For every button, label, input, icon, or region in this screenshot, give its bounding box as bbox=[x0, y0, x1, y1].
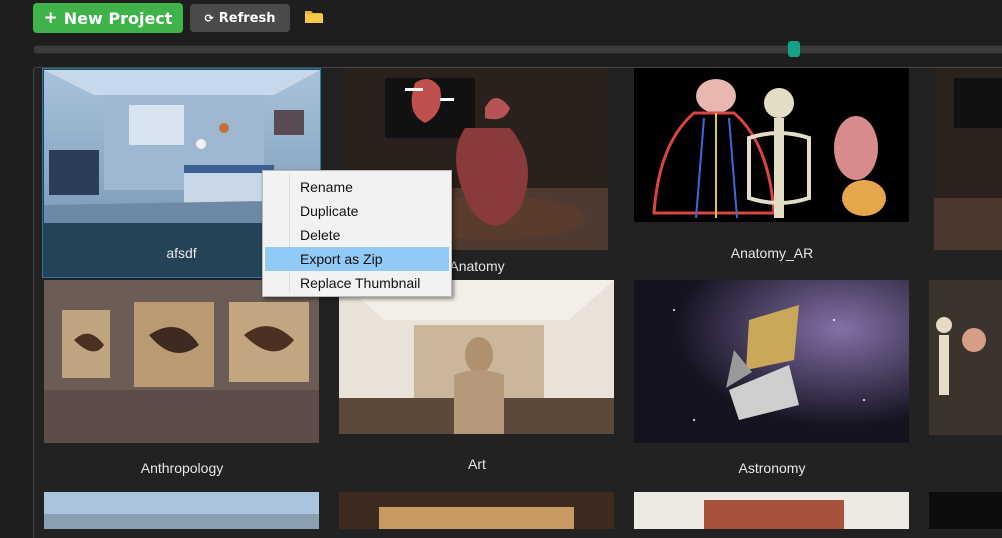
project-name: Astronomy bbox=[738, 460, 806, 476]
project-card-art[interactable]: Art bbox=[339, 280, 615, 490]
project-card-anthropology[interactable]: Anthropology bbox=[44, 280, 320, 490]
project-name: Anatomy_AR bbox=[730, 245, 814, 261]
refresh-button[interactable]: ⟳ Refresh bbox=[190, 4, 290, 32]
menu-item-rename[interactable]: Rename bbox=[265, 175, 449, 199]
menu-item-duplicate[interactable]: Duplicate bbox=[265, 199, 449, 223]
project-name: Anthropology bbox=[140, 460, 224, 476]
project-card-anatomy-ar[interactable]: Anatomy_AR bbox=[634, 68, 910, 278]
project-thumbnail bbox=[929, 492, 1002, 529]
project-thumbnail bbox=[634, 68, 909, 222]
project-thumbnail bbox=[929, 280, 1002, 435]
context-menu: Rename Duplicate Delete Export as Zip Re… bbox=[262, 170, 452, 297]
project-card-row3-2[interactable] bbox=[339, 492, 615, 529]
project-thumbnail bbox=[339, 280, 614, 434]
project-card-partial-2[interactable] bbox=[929, 280, 1002, 490]
slider-thumb[interactable] bbox=[788, 41, 800, 57]
menu-item-replace-thumbnail[interactable]: Replace Thumbnail bbox=[265, 271, 449, 295]
project-thumbnail bbox=[634, 492, 909, 529]
project-thumbnail bbox=[934, 68, 1002, 250]
plus-icon: + bbox=[43, 8, 58, 28]
folder-icon[interactable] bbox=[304, 8, 324, 25]
project-thumbnail bbox=[44, 492, 319, 529]
menu-item-delete[interactable]: Delete bbox=[265, 223, 449, 247]
project-card-partial-1[interactable] bbox=[934, 68, 1002, 278]
project-thumbnail bbox=[44, 280, 319, 443]
project-card-astronomy[interactable]: Astronomy bbox=[634, 280, 910, 490]
new-project-label: New Project bbox=[63, 8, 173, 28]
refresh-icon: ⟳ bbox=[204, 11, 214, 25]
project-name: Art bbox=[468, 456, 486, 472]
project-card-row3-3[interactable] bbox=[634, 492, 910, 529]
project-thumbnail bbox=[339, 492, 614, 529]
refresh-label: Refresh bbox=[218, 10, 276, 26]
project-card-row3-1[interactable] bbox=[44, 492, 320, 529]
project-card-row3-4[interactable] bbox=[929, 492, 1002, 529]
new-project-button[interactable]: + New Project bbox=[33, 3, 183, 33]
menu-item-export-zip[interactable]: Export as Zip bbox=[265, 247, 449, 271]
thumbnail-size-slider[interactable] bbox=[33, 45, 1002, 54]
project-thumbnail bbox=[634, 280, 909, 443]
